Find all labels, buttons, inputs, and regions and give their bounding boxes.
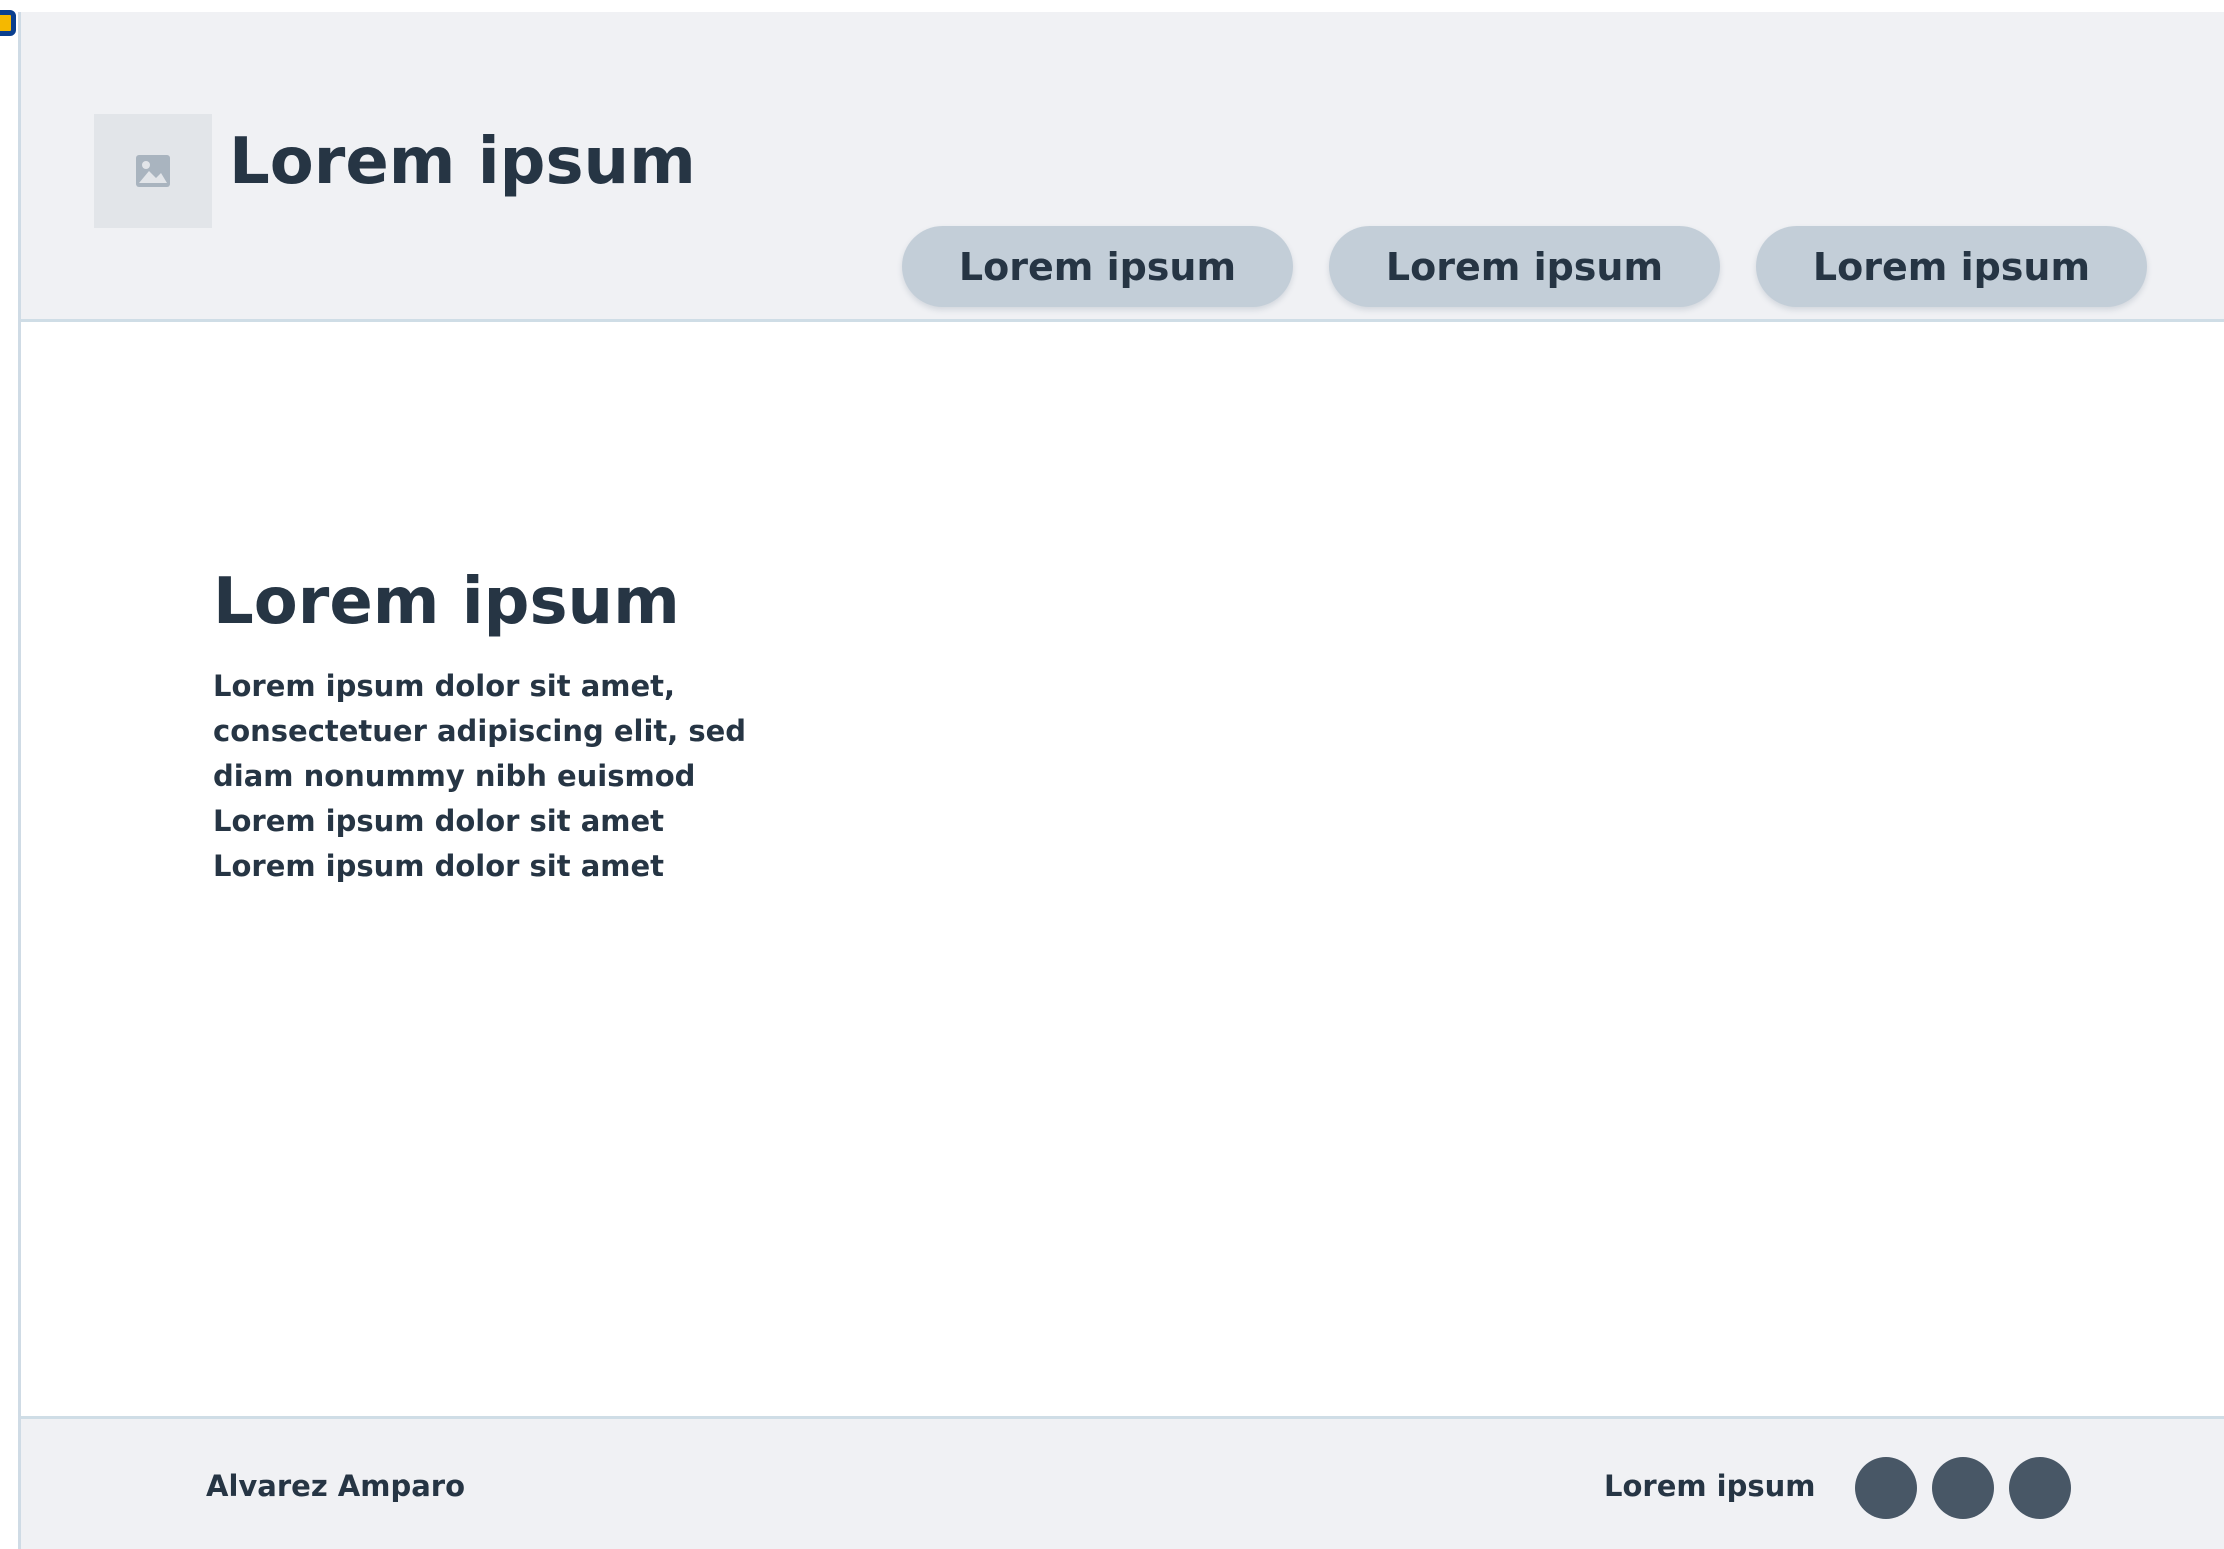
page: Lorem ipsum Lorem ipsum Lorem ipsum Lore… — [0, 0, 2224, 1549]
image-placeholder-icon — [136, 155, 170, 187]
nav-button-1[interactable]: Lorem ipsum — [902, 226, 1293, 307]
main-nav: Lorem ipsum Lorem ipsum Lorem ipsum — [902, 226, 2147, 307]
site-title: Lorem ipsum — [229, 125, 696, 199]
social-icon[interactable] — [2009, 1457, 2071, 1519]
footer-author: Alvarez Amparo — [206, 1469, 466, 1503]
hero-section: Lorem ipsum Lorem ipsum dolor sit amet, … — [213, 570, 833, 889]
footer-link[interactable]: Lorem ipsum — [1604, 1469, 1816, 1503]
hero-paragraph: Lorem ipsum dolor sit amet, consectetuer… — [213, 669, 747, 883]
social-icon[interactable] — [1855, 1457, 1917, 1519]
social-links — [1855, 1457, 2071, 1519]
nav-button-2[interactable]: Lorem ipsum — [1329, 226, 1720, 307]
site-header: Lorem ipsum Lorem ipsum Lorem ipsum Lore… — [21, 12, 2224, 322]
social-icon[interactable] — [1932, 1457, 1994, 1519]
site-footer: Alvarez Amparo Lorem ipsum — [21, 1416, 2224, 1549]
logo-placeholder[interactable] — [94, 114, 212, 228]
corner-marker-icon — [0, 10, 16, 36]
hero-title: Lorem ipsum — [213, 565, 680, 639]
nav-button-3[interactable]: Lorem ipsum — [1756, 226, 2147, 307]
